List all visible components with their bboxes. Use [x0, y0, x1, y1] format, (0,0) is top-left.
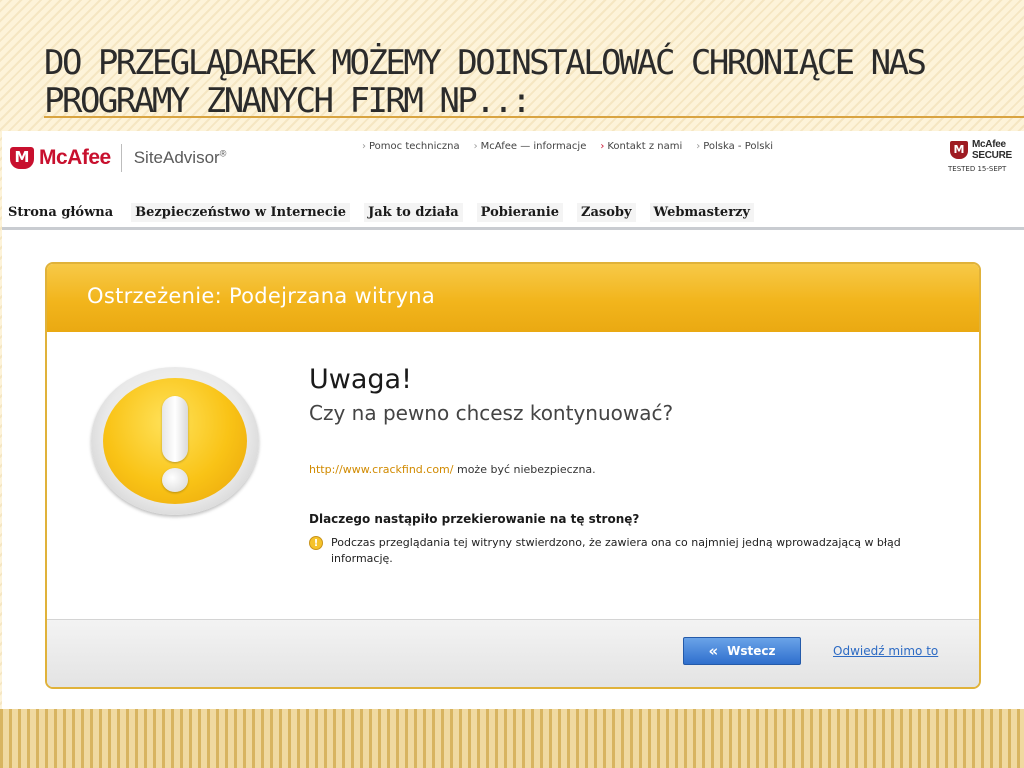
mcafee-wordmark: McAfee [39, 146, 111, 169]
mcafee-shield-icon: M [10, 147, 34, 169]
slide-bottom-band [0, 709, 1024, 768]
nav-resources[interactable]: Zasoby [576, 202, 636, 222]
toplink-contact[interactable]: › Kontakt z nami [600, 141, 682, 152]
main-nav: Strona główna Bezpieczeństwo w Interneci… [2, 199, 1024, 225]
toplink-label: Polska - Polski [703, 141, 774, 152]
toplink-language[interactable]: › Polska - Polski [696, 141, 773, 152]
toplink-label: Kontakt z nami [607, 141, 683, 152]
mcafee-logo[interactable]: M McAfee SiteAdvisor® [10, 143, 226, 173]
siteadvisor-screenshot: M McAfee SiteAdvisor® › Pomoc techniczna … [2, 131, 1024, 709]
secure-shield-icon: M [950, 141, 968, 159]
action-footer: « Wstecz Odwiedź mimo to [47, 619, 979, 687]
registered-mark: ® [219, 148, 227, 159]
warning-banner: Ostrzeżenie: Podejrzana witryna [47, 264, 979, 332]
warning-heading: Uwaga! [309, 364, 412, 395]
reason-text: Podczas przeglądania tej witryny stwierd… [331, 536, 901, 565]
siteadvisor-name: SiteAdvisor [133, 148, 220, 167]
mcafee-secure-badge[interactable]: M McAfee SECURE TESTED 15-SEPT [944, 139, 1020, 177]
reason-item: ! Podczas przeglądania tej witryny stwie… [309, 535, 929, 567]
top-links: › Pomoc techniczna › McAfee — informacje ›… [362, 141, 787, 152]
toplink-support[interactable]: › Pomoc techniczna [362, 141, 460, 152]
nav-divider [2, 227, 1024, 230]
site-danger-suffix: może być niebezpieczna. [453, 463, 596, 476]
toplink-label: McAfee — informacje [480, 141, 587, 152]
nav-internet-security[interactable]: Bezpieczeństwo w Internecie [131, 202, 351, 222]
chevron-right-icon: › [600, 141, 605, 152]
secure-line1: McAfee [972, 139, 1006, 150]
suspicious-url-link[interactable]: http://www.crackfind.com/ [309, 463, 453, 476]
toplink-about[interactable]: › McAfee — informacje [474, 141, 587, 152]
back-button[interactable]: « Wstecz [683, 637, 801, 665]
warning-banner-title: Ostrzeżenie: Podejrzana witryna [87, 284, 436, 308]
site-danger-line: http://www.crackfind.com/ może być niebe… [309, 463, 596, 476]
warning-question: Czy na pewno chcesz kontynuować? [309, 401, 674, 425]
chevron-right-icon: › [362, 141, 366, 152]
alert-bullet-icon: ! [309, 536, 323, 550]
siteadvisor-wordmark: SiteAdvisor® [134, 148, 227, 168]
slide-title: Do przeglądarek możemy doinstalować chro… [44, 43, 927, 121]
toplink-label: Pomoc techniczna [369, 141, 460, 152]
nav-home[interactable]: Strona główna [2, 203, 117, 222]
double-chevron-left-icon: « [708, 642, 719, 660]
nav-webmasters[interactable]: Webmasterzy [649, 202, 754, 222]
chevron-right-icon: › [473, 141, 478, 152]
chevron-right-icon: › [696, 141, 701, 152]
secure-badge-name: McAfee SECURE [972, 139, 1012, 161]
exclamation-warning-icon [91, 367, 259, 515]
nav-downloads[interactable]: Pobieranie [476, 202, 563, 222]
warning-icon-disc [103, 378, 247, 504]
exclamation-bar [162, 396, 188, 462]
secure-line2: SECURE [972, 150, 1012, 161]
secure-tested-date: TESTED 15-SEPT [948, 165, 1007, 173]
warning-card: Ostrzeżenie: Podejrzana witryna Uwaga! C… [45, 262, 981, 689]
nav-how-it-works[interactable]: Jak to działa [364, 202, 463, 222]
back-button-label: Wstecz [727, 644, 776, 658]
visit-anyway-link[interactable]: Odwiedź mimo to [833, 644, 938, 658]
title-divider [44, 116, 1024, 118]
brand-divider [120, 144, 122, 172]
redirect-reason-heading: Dlaczego nastąpiło przekierowanie na tę … [309, 512, 640, 526]
exclamation-dot [162, 468, 188, 492]
